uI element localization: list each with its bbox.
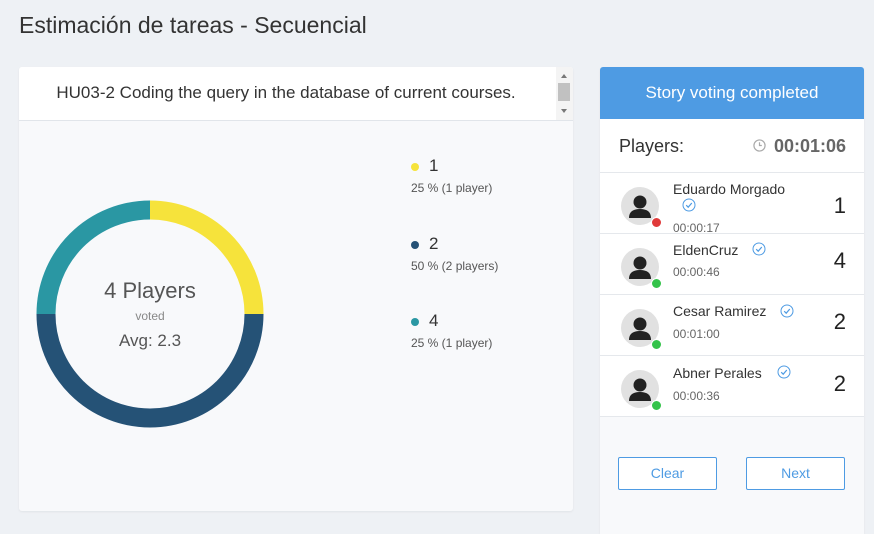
player-name: Abner Perales [673, 365, 762, 381]
vote-chart: 4 Players voted Avg: 2.3 1 25 % (1 playe… [19, 120, 573, 511]
player-vote: 1 [833, 193, 846, 218]
clock-icon [753, 139, 766, 152]
player-row: EldenCruz 00:00:46 4 [600, 234, 864, 295]
player-name: Cesar Ramirez [673, 303, 767, 319]
status-dot-icon [651, 217, 662, 228]
player-vote: 2 [833, 309, 846, 334]
legend-detail: 25 % (1 player) [411, 181, 493, 195]
story-header: HU03-2 Coding the query in the database … [19, 67, 573, 121]
legend-value: 2 [429, 234, 439, 253]
player-row: Eduardo Morgado 00:00:17 1 [600, 173, 864, 235]
player-row: Abner Perales 00:00:36 2 [600, 356, 864, 417]
player-vote: 4 [833, 248, 846, 273]
check-circle-icon [752, 242, 766, 256]
avatar [621, 187, 662, 228]
check-circle-icon [777, 365, 791, 379]
next-button[interactable]: Next [746, 457, 845, 490]
legend-dot-icon [411, 318, 419, 326]
player-time: 00:00:36 [673, 389, 720, 403]
legend-value: 4 [429, 311, 439, 330]
status-dot-icon [651, 400, 662, 411]
voting-panel: Story voting completed Players: 00:01:06… [600, 67, 864, 534]
avatar [621, 248, 662, 289]
timer: 00:01:06 [774, 136, 847, 156]
story-text: HU03-2 Coding the query in the database … [56, 83, 516, 102]
voted-label: voted [135, 309, 165, 323]
status-banner: Story voting completed [600, 67, 864, 119]
scroll-thumb[interactable] [558, 83, 570, 101]
avatar [621, 370, 662, 411]
legend-dot-icon [411, 163, 419, 171]
clear-button[interactable]: Clear [618, 457, 717, 490]
legend-detail: 50 % (2 players) [411, 259, 499, 273]
story-card: HU03-2 Coding the query in the database … [19, 67, 573, 511]
check-circle-icon [682, 198, 696, 212]
player-time: 00:01:00 [673, 327, 720, 341]
player-row: Cesar Ramirez 00:01:00 2 [600, 295, 864, 356]
players-header: Players: 00:01:06 [600, 119, 864, 173]
legend-detail: 25 % (1 player) [411, 336, 493, 350]
scroll-down-arrow-icon[interactable] [561, 109, 567, 113]
player-name: EldenCruz [673, 242, 739, 258]
players-count: 4 Players [104, 278, 196, 303]
average-label: Avg: 2.3 [118, 331, 182, 350]
player-time: 00:00:46 [673, 265, 720, 279]
check-circle-icon [780, 304, 794, 318]
scroll-up-arrow-icon[interactable] [561, 74, 567, 78]
player-time: 00:00:17 [673, 221, 720, 235]
status-dot-icon [651, 339, 662, 350]
player-vote: 2 [833, 371, 846, 396]
player-name: Eduardo Morgado [673, 181, 786, 197]
avatar [621, 309, 662, 350]
legend-dot-icon [411, 241, 419, 249]
donut-slice-2 [36, 313, 264, 428]
page-title: Estimación de tareas - Secuencial [19, 12, 367, 38]
legend-value: 1 [429, 156, 439, 175]
players-label: Players: [619, 136, 685, 156]
status-dot-icon [651, 278, 662, 289]
story-scrollbar[interactable] [556, 67, 573, 120]
